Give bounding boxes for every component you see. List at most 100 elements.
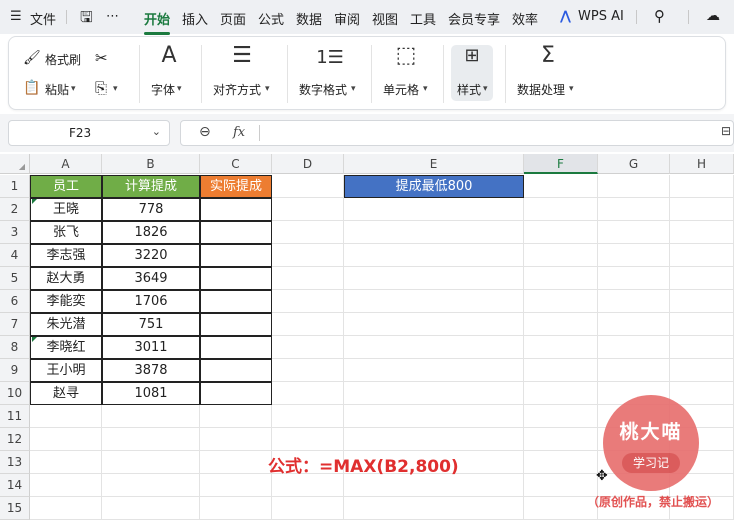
cell-e2[interactable] bbox=[344, 198, 524, 221]
cell-c13[interactable] bbox=[200, 451, 272, 474]
more-icon[interactable]: ⋯ bbox=[106, 9, 119, 24]
cell-a15[interactable] bbox=[30, 497, 102, 520]
cell-a3[interactable]: 张飞 bbox=[30, 221, 102, 244]
tab-efficiency[interactable]: 效率 bbox=[512, 9, 538, 28]
cell-c10[interactable] bbox=[200, 382, 272, 405]
cell-c11[interactable] bbox=[200, 405, 272, 428]
cell-h8[interactable] bbox=[670, 336, 734, 359]
wps-ai-button[interactable]: WPS AI bbox=[578, 9, 624, 24]
cell-e3[interactable] bbox=[344, 221, 524, 244]
cell-h5[interactable] bbox=[670, 267, 734, 290]
cell-b14[interactable] bbox=[102, 474, 200, 497]
cell-b7[interactable]: 751 bbox=[102, 313, 200, 336]
cell-g7[interactable] bbox=[598, 313, 670, 336]
row-header-9[interactable]: 9 bbox=[0, 359, 30, 382]
cell-f2[interactable] bbox=[524, 198, 598, 221]
cell-d1[interactable] bbox=[272, 175, 344, 198]
cell-e7[interactable] bbox=[344, 313, 524, 336]
cell-f9[interactable] bbox=[524, 359, 598, 382]
select-all-corner[interactable]: ◢ bbox=[0, 154, 30, 174]
cell-a12[interactable] bbox=[30, 428, 102, 451]
row-header-14[interactable]: 14 bbox=[0, 474, 30, 497]
tab-formula[interactable]: 公式 bbox=[258, 9, 284, 28]
cell-g5[interactable] bbox=[598, 267, 670, 290]
cell-d9[interactable] bbox=[272, 359, 344, 382]
cell-e14[interactable] bbox=[344, 474, 524, 497]
column-header-g[interactable]: G bbox=[598, 154, 670, 174]
paste-dropdown-icon[interactable]: ▾ bbox=[71, 84, 76, 94]
search-icon[interactable]: ⚲ bbox=[654, 7, 665, 25]
cell-c5[interactable] bbox=[200, 267, 272, 290]
tab-page[interactable]: 页面 bbox=[220, 9, 246, 28]
hamburger-icon[interactable]: ☰ bbox=[10, 9, 22, 24]
cell-g9[interactable] bbox=[598, 359, 670, 382]
font-button[interactable]: 字体 bbox=[151, 81, 175, 98]
cell-d3[interactable] bbox=[272, 221, 344, 244]
number-format-button[interactable]: 数字格式 bbox=[299, 81, 347, 98]
cell-d7[interactable] bbox=[272, 313, 344, 336]
cell-a14[interactable] bbox=[30, 474, 102, 497]
expand-formula-icon[interactable]: ⊟ bbox=[721, 124, 731, 138]
cell-b9[interactable]: 3878 bbox=[102, 359, 200, 382]
column-header-d[interactable]: D bbox=[272, 154, 344, 174]
cell-c9[interactable] bbox=[200, 359, 272, 382]
cell-f10[interactable] bbox=[524, 382, 598, 405]
tab-home[interactable]: 开始 bbox=[144, 9, 171, 35]
row-header-7[interactable]: 7 bbox=[0, 313, 30, 336]
cell-a6[interactable]: 李能奕 bbox=[30, 290, 102, 313]
cell-f5[interactable] bbox=[524, 267, 598, 290]
column-header-a[interactable]: A bbox=[30, 154, 102, 174]
cell-g2[interactable] bbox=[598, 198, 670, 221]
column-header-f[interactable]: F bbox=[524, 154, 598, 174]
cell-a1[interactable]: 员工 bbox=[30, 175, 102, 198]
cell-g1[interactable] bbox=[598, 175, 670, 198]
row-header-6[interactable]: 6 bbox=[0, 290, 30, 313]
cell-d14[interactable] bbox=[272, 474, 344, 497]
cell-b2[interactable]: 778 bbox=[102, 198, 200, 221]
cell-e12[interactable] bbox=[344, 428, 524, 451]
cell-h6[interactable] bbox=[670, 290, 734, 313]
cell-h7[interactable] bbox=[670, 313, 734, 336]
cell-g8[interactable] bbox=[598, 336, 670, 359]
fx-icon[interactable]: fx bbox=[233, 125, 245, 140]
column-header-b[interactable]: B bbox=[102, 154, 200, 174]
tab-member[interactable]: 会员专享 bbox=[448, 9, 500, 28]
copy-icon[interactable]: ⎘ bbox=[95, 79, 107, 97]
row-header-4[interactable]: 4 bbox=[0, 244, 30, 267]
format-painter-button[interactable]: 格式刷 bbox=[45, 51, 81, 68]
cell-d15[interactable] bbox=[272, 497, 344, 520]
cell-d2[interactable] bbox=[272, 198, 344, 221]
row-header-11[interactable]: 11 bbox=[0, 405, 30, 428]
cell-f7[interactable] bbox=[524, 313, 598, 336]
align-dropdown-icon[interactable]: ▾ bbox=[265, 84, 270, 94]
data-process-dropdown-icon[interactable]: ▾ bbox=[569, 84, 574, 94]
cell-c7[interactable] bbox=[200, 313, 272, 336]
cell-f12[interactable] bbox=[524, 428, 598, 451]
row-header-15[interactable]: 15 bbox=[0, 497, 30, 520]
tab-tools[interactable]: 工具 bbox=[410, 9, 436, 28]
zoom-icon[interactable]: ⊖ bbox=[199, 124, 211, 140]
cell-e15[interactable] bbox=[344, 497, 524, 520]
paste-button[interactable]: 粘贴 bbox=[45, 81, 69, 98]
cell-a2[interactable]: 王晓 bbox=[30, 198, 102, 221]
tab-view[interactable]: 视图 bbox=[372, 9, 398, 28]
cell-g4[interactable] bbox=[598, 244, 670, 267]
cell-a11[interactable] bbox=[30, 405, 102, 428]
save-icon[interactable]: 🖫 bbox=[80, 7, 93, 32]
cell-b10[interactable]: 1081 bbox=[102, 382, 200, 405]
cell-button[interactable]: 单元格 bbox=[383, 81, 419, 98]
cell-d12[interactable] bbox=[272, 428, 344, 451]
align-button[interactable]: 对齐方式 bbox=[213, 81, 261, 98]
row-header-1[interactable]: 1 bbox=[0, 175, 30, 198]
cell-e5[interactable] bbox=[344, 267, 524, 290]
tab-data[interactable]: 数据 bbox=[296, 9, 322, 28]
cell-e8[interactable] bbox=[344, 336, 524, 359]
cell-a5[interactable]: 赵大勇 bbox=[30, 267, 102, 290]
cell-f4[interactable] bbox=[524, 244, 598, 267]
cell-g6[interactable] bbox=[598, 290, 670, 313]
cell-e10[interactable] bbox=[344, 382, 524, 405]
row-header-10[interactable]: 10 bbox=[0, 382, 30, 405]
copy-dropdown-icon[interactable]: ▾ bbox=[113, 84, 118, 94]
cell-a9[interactable]: 王小明 bbox=[30, 359, 102, 382]
cell-h1[interactable] bbox=[670, 175, 734, 198]
